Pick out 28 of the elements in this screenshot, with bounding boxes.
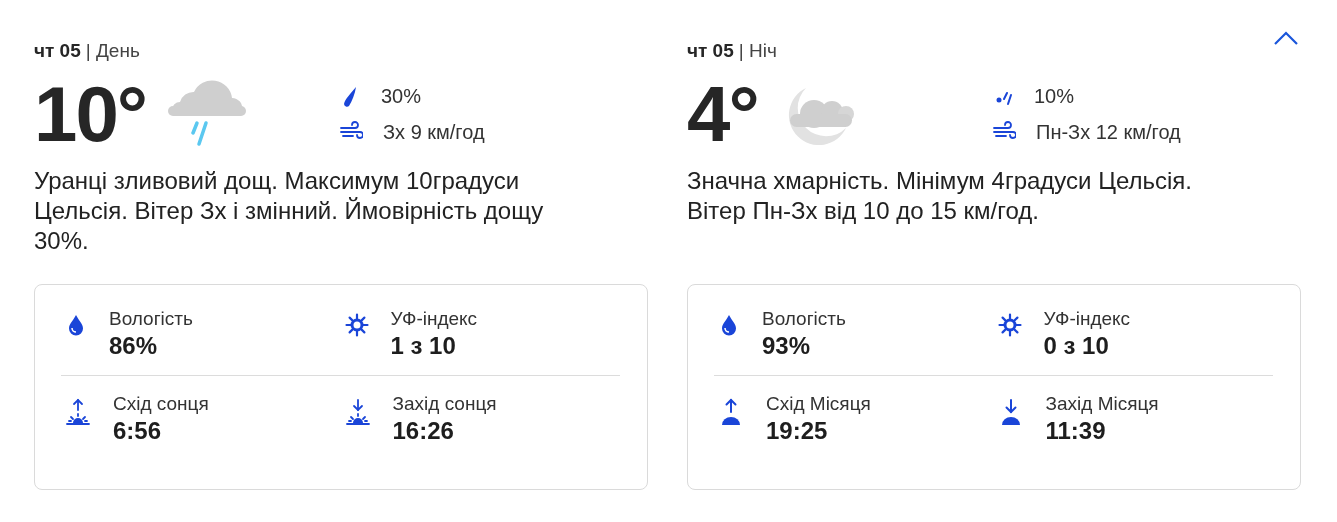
temperature: 4° xyxy=(687,75,758,153)
precipitation-value: 10% xyxy=(1034,85,1075,108)
detail-value: 0 з 10 xyxy=(1043,331,1110,361)
detail-value: 1 з 10 xyxy=(390,331,457,361)
detail-label: Захід сонця xyxy=(392,392,497,416)
detail-label: Захід Місяця xyxy=(1045,392,1159,416)
detail-label: УФ-індекс xyxy=(1043,307,1131,331)
detail-value: 16:26 xyxy=(392,416,455,446)
detail-label: Схід сонця xyxy=(113,392,209,416)
wind-value: Зх 9 км/год xyxy=(383,120,485,144)
detail-label: Схід Місяця xyxy=(766,392,871,416)
period-label: | День xyxy=(85,40,140,63)
detail-label: УФ-індекс xyxy=(390,307,478,331)
forecast-description: Уранці зливовий дощ. Максимум 10градуси Цельсія. Вітер Зх і змінний. Ймовірність дощу 30%. xyxy=(34,166,545,256)
forecast-description: Значна хмарність. Мінімум 4градуси Цельсія. Вітер Пн-Зх від 10 до 15 км/год. xyxy=(687,166,1193,226)
detail-label: Вологість xyxy=(762,307,846,331)
wind-value: Пн-Зх 12 км/год xyxy=(1036,120,1181,144)
detail-value: 86% xyxy=(109,331,159,361)
detail-value: 19:25 xyxy=(766,416,829,446)
temperature: 10° xyxy=(34,75,146,153)
detail-value: 6:56 xyxy=(113,416,163,446)
day-label: чт 05 xyxy=(34,40,81,63)
period-label: | Ніч xyxy=(738,40,777,63)
detail-label: Вологість xyxy=(109,307,193,331)
day-label: чт 05 xyxy=(687,40,734,63)
precipitation-value: 30% xyxy=(381,85,422,108)
detail-value: 93% xyxy=(762,331,812,361)
detail-value: 11:39 xyxy=(1045,416,1107,446)
